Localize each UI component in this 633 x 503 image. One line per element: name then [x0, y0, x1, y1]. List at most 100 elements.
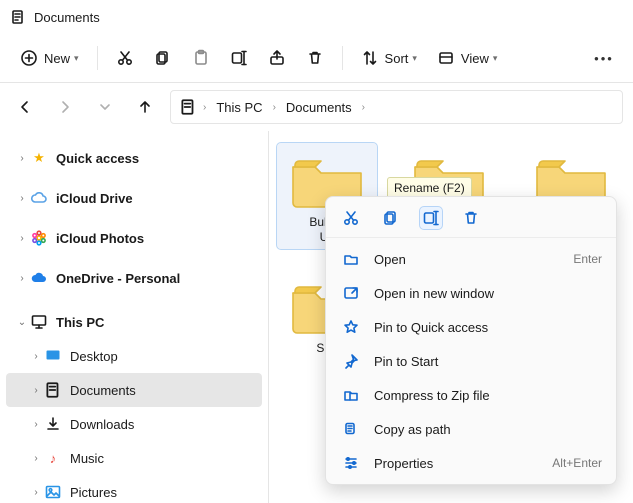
context-copy-path[interactable]: Copy as path [326, 412, 616, 446]
copy-path-icon [340, 421, 362, 437]
chevron-right-icon: › [28, 453, 44, 464]
pin-icon [340, 353, 362, 369]
window-title: Documents [34, 10, 100, 25]
context-menu: Open Enter Open in new window Pin to Qui… [325, 196, 617, 485]
context-hotkey: Enter [573, 252, 602, 266]
chevron-down-icon: ▾ [493, 53, 498, 64]
tree-downloads[interactable]: › Downloads [6, 407, 262, 441]
tree-label: Desktop [70, 349, 118, 364]
open-icon [340, 251, 362, 267]
separator [342, 46, 343, 70]
context-label: Pin to Quick access [374, 320, 488, 335]
share-button[interactable] [260, 41, 294, 75]
chevron-right-icon: › [28, 419, 44, 430]
tree-quick-access[interactable]: › ★ Quick access [6, 141, 262, 175]
breadcrumb-this-pc[interactable]: This PC [212, 98, 266, 117]
properties-icon [340, 455, 362, 471]
context-compress-zip[interactable]: Compress to Zip file [326, 378, 616, 412]
tree-label: Music [70, 451, 104, 466]
forward-button[interactable] [50, 92, 80, 122]
tree-this-pc[interactable]: ⌄ This PC [6, 305, 262, 339]
chevron-right-icon: › [14, 273, 30, 284]
chevron-right-icon: › [28, 385, 44, 396]
scissors-icon [116, 49, 134, 67]
sort-button[interactable]: Sort ▾ [353, 41, 425, 75]
monitor-icon [30, 313, 48, 331]
rename-icon [230, 49, 248, 67]
delete-button[interactable] [460, 207, 482, 229]
cut-button[interactable] [340, 207, 362, 229]
tree-label: Downloads [70, 417, 134, 432]
copy-button[interactable] [146, 41, 180, 75]
recent-button[interactable] [90, 92, 120, 122]
chevron-right-icon: › [28, 351, 44, 362]
chevron-right-icon: › [28, 487, 44, 498]
copy-button[interactable] [380, 207, 402, 229]
context-label: Properties [374, 456, 433, 471]
cut-button[interactable] [108, 41, 142, 75]
desktop-icon [44, 347, 62, 365]
sort-icon [361, 49, 379, 67]
plus-circle-icon [20, 49, 38, 67]
context-label: Open in new window [374, 286, 494, 301]
chevron-right-icon: › [273, 102, 276, 113]
tree-label: Quick access [56, 151, 139, 166]
command-bar: New ▾ Sort ▾ View ▾ ••• [0, 34, 633, 82]
view-button[interactable]: View ▾ [429, 41, 505, 75]
share-icon [268, 49, 286, 67]
tree-icloud-drive[interactable]: › iCloud Drive [6, 181, 262, 215]
window-new-icon [340, 285, 362, 301]
chevron-right-icon: › [203, 102, 206, 113]
context-open-new-window[interactable]: Open in new window [326, 276, 616, 310]
tree-label: iCloud Drive [56, 191, 133, 206]
chevron-right-icon: › [14, 193, 30, 204]
paste-button[interactable] [184, 41, 218, 75]
context-mini-toolbar [326, 197, 616, 238]
new-label: New [44, 51, 70, 66]
main-area: › ★ Quick access › iCloud Drive › iCloud… [0, 131, 633, 503]
up-button[interactable] [130, 92, 160, 122]
star-icon: ★ [30, 149, 48, 167]
chevron-down-icon: ▾ [74, 53, 79, 64]
context-label: Compress to Zip file [374, 388, 490, 403]
paste-icon [192, 49, 210, 67]
chevron-right-icon: › [362, 102, 365, 113]
tree-pictures[interactable]: › Pictures [6, 475, 262, 503]
star-icon [340, 319, 362, 335]
document-icon [179, 98, 197, 116]
breadcrumb-documents[interactable]: Documents [282, 98, 356, 117]
tree-icloud-photos[interactable]: › iCloud Photos [6, 221, 262, 255]
context-pin-quick-access[interactable]: Pin to Quick access [326, 310, 616, 344]
trash-icon [306, 49, 324, 67]
tree-onedrive[interactable]: › OneDrive - Personal [6, 261, 262, 295]
document-icon [10, 9, 26, 25]
chevron-down-icon: ▾ [412, 53, 417, 64]
tree-label: iCloud Photos [56, 231, 144, 246]
new-button[interactable]: New ▾ [12, 41, 87, 75]
photos-flower-icon [30, 229, 48, 247]
pictures-icon [44, 483, 62, 501]
ellipsis-icon: ••• [595, 49, 613, 67]
rename-button[interactable] [420, 207, 442, 229]
context-pin-start[interactable]: Pin to Start [326, 344, 616, 378]
content-pane[interactable]: Bulk R Uti Sha Rename (F2) [268, 131, 633, 503]
rename-button[interactable] [222, 41, 256, 75]
context-properties[interactable]: Properties Alt+Enter [326, 446, 616, 480]
delete-button[interactable] [298, 41, 332, 75]
address-bar[interactable]: › This PC › Documents › [170, 90, 623, 124]
nav-tree: › ★ Quick access › iCloud Drive › iCloud… [0, 131, 268, 503]
tree-label: Pictures [70, 485, 117, 500]
context-hotkey: Alt+Enter [552, 456, 602, 470]
context-label: Copy as path [374, 422, 451, 437]
music-icon: ♪ [44, 449, 62, 467]
back-button[interactable] [10, 92, 40, 122]
more-button[interactable]: ••• [587, 41, 621, 75]
view-label: View [461, 51, 489, 66]
title-bar: Documents [0, 0, 633, 34]
tree-desktop[interactable]: › Desktop [6, 339, 262, 373]
context-open[interactable]: Open Enter [326, 242, 616, 276]
tree-documents[interactable]: › Documents [6, 373, 262, 407]
tree-music[interactable]: › ♪ Music [6, 441, 262, 475]
chevron-right-icon: › [14, 153, 30, 164]
view-icon [437, 49, 455, 67]
